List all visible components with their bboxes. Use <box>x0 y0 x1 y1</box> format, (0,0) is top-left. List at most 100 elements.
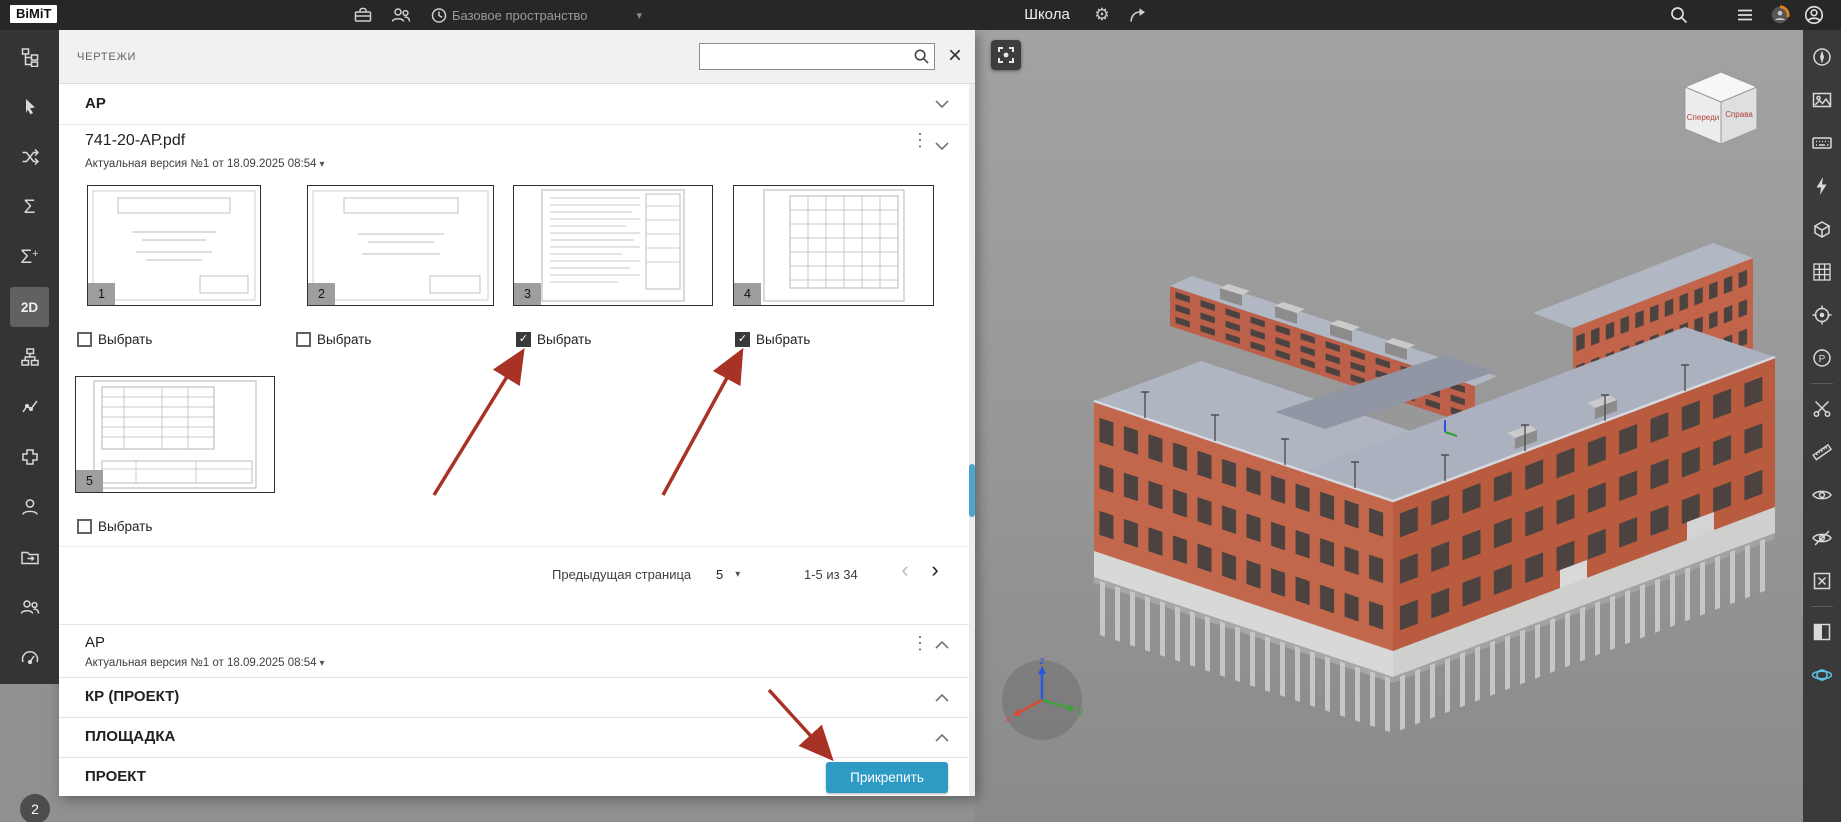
model-tree-icon <box>20 47 40 67</box>
chevron-down-icon: ▾ <box>636 9 642 22</box>
kebab-menu-icon[interactable]: ⋮ <box>911 633 929 654</box>
checkbox-icon: ✓ <box>296 332 311 347</box>
sidebar-item-structure[interactable] <box>0 32 59 82</box>
panel-scrollbar-thumb[interactable] <box>969 464 975 517</box>
caret-down-icon: ▾ <box>319 159 325 170</box>
version-history-icon[interactable] <box>426 2 452 28</box>
page-thumbnail[interactable]: 2 <box>307 185 494 306</box>
page-thumbnail[interactable]: 5 <box>75 376 275 493</box>
orbit-mode-icon[interactable] <box>1807 660 1837 690</box>
gauge-icon <box>20 647 40 667</box>
sidebar-item-flowchart[interactable] <box>0 332 59 382</box>
chevron-up-icon[interactable] <box>935 641 949 649</box>
viewport-3d[interactable]: Спереди Справа z x y <box>975 30 1803 822</box>
search-icon[interactable] <box>1666 2 1692 28</box>
panel-header: ЧЕРТЕЖИ × <box>59 30 975 84</box>
view-cube-face-front[interactable]: Спереди <box>1687 113 1719 122</box>
next-page-icon[interactable]: › <box>923 555 947 585</box>
annotation-arrow <box>432 348 525 496</box>
sidebar-item-sum[interactable]: Σ <box>0 182 59 232</box>
keyboard-icon[interactable] <box>1807 128 1837 158</box>
search-input[interactable] <box>700 49 913 64</box>
page-range-label: 1-5 из 34 <box>804 567 858 582</box>
clear-selection-icon[interactable] <box>1807 566 1837 596</box>
section-proekt[interactable]: ПРОЕКТ Прикрепить <box>59 757 975 796</box>
isolate-icon[interactable] <box>1807 617 1837 647</box>
sidebar-item-sum-plus[interactable]: Σ+ <box>0 232 59 282</box>
chevron-down-icon <box>935 100 949 108</box>
search-icon <box>913 48 930 65</box>
sidebar-item-plugins[interactable] <box>0 432 59 482</box>
workspace-dropdown[interactable]: Базовое пространство ▾ <box>452 0 642 30</box>
file-name[interactable]: 741-20-АР.pdf <box>85 132 185 150</box>
annotation-arrow <box>661 347 744 496</box>
select-page-2-checkbox[interactable]: ✓ Выбрать <box>296 332 371 347</box>
select-page-4-checkbox[interactable]: ✓ Выбрать <box>735 332 810 347</box>
sidebar-item-2d-drawings[interactable]: 2D <box>0 282 59 332</box>
section-cut-icon[interactable] <box>1807 394 1837 424</box>
page-number-badge: 2 <box>308 283 335 305</box>
menu-list-icon[interactable] <box>1732 2 1758 28</box>
hide-eye-off-icon[interactable] <box>1807 523 1837 553</box>
measure-ruler-icon[interactable] <box>1807 437 1837 467</box>
sidebar-item-users[interactable] <box>0 582 59 632</box>
page-number-badge: 3 <box>514 283 541 305</box>
view-cube-face-right[interactable]: Справа <box>1725 110 1753 119</box>
point-info-icon[interactable]: P <box>1807 343 1837 373</box>
caret-down-icon: ▾ <box>319 658 325 669</box>
prev-page-icon[interactable]: ‹ <box>893 555 917 585</box>
sidebar-item-links[interactable] <box>0 132 59 182</box>
lightning-icon[interactable] <box>1807 171 1837 201</box>
checkbox-icon: ✓ <box>735 332 750 347</box>
list-item-ar[interactable]: АР Актуальная версия №1 от 18.09.2025 08… <box>59 624 975 677</box>
view-cube[interactable]: Спереди Справа <box>1679 68 1763 152</box>
visibility-eye-icon[interactable] <box>1807 480 1837 510</box>
counter-badge[interactable]: 2 <box>20 794 50 822</box>
settings-gear-icon[interactable]: ⚙ <box>1090 3 1114 27</box>
close-icon[interactable]: × <box>941 40 969 72</box>
select-page-3-checkbox[interactable]: ✓ Выбрать <box>516 332 591 347</box>
snapshot-crop-icon[interactable] <box>991 40 1021 70</box>
chevron-down-icon[interactable] <box>935 142 949 150</box>
toolbox-icon[interactable] <box>350 2 376 28</box>
account-ring-icon[interactable] <box>1767 2 1793 28</box>
checkbox-icon: ✓ <box>77 332 92 347</box>
sidebar-item-user[interactable] <box>0 482 59 532</box>
page-number-badge: 5 <box>76 470 103 492</box>
sidebar-item-charts[interactable] <box>0 382 59 432</box>
kebab-menu-icon[interactable]: ⋮ <box>911 130 929 151</box>
chevron-up-icon <box>935 694 949 702</box>
page-thumbnail[interactable]: 3 <box>513 185 713 306</box>
section-ploshchadka[interactable]: ПЛОЩАДКА <box>59 717 975 757</box>
toolbar-divider <box>1811 606 1833 607</box>
render-image-icon[interactable] <box>1807 85 1837 115</box>
checkbox-icon: ✓ <box>77 519 92 534</box>
checkbox-icon: ✓ <box>516 332 531 347</box>
page-thumbnail[interactable]: 4 <box>733 185 934 306</box>
users-icon <box>20 597 40 617</box>
page-size-select[interactable]: 5 ▾ <box>716 567 740 582</box>
version-dropdown[interactable]: Актуальная версия №1 от 18.09.2025 08:54… <box>85 657 325 669</box>
page-thumbnail[interactable]: 1 <box>87 185 261 306</box>
sidebar-item-dashboard[interactable] <box>0 632 59 682</box>
section-kr-proekt[interactable]: КР (ПРОЕКТ) <box>59 677 975 717</box>
profile-icon[interactable] <box>1801 2 1827 28</box>
group-header-ar[interactable]: АР <box>59 84 975 125</box>
search-field[interactable] <box>699 43 935 70</box>
pagination: Предыдущая страница 5 ▾ 1-5 из 34 ‹ › <box>59 546 975 608</box>
section-box-icon[interactable] <box>1807 214 1837 244</box>
sidebar-item-select[interactable] <box>0 82 59 132</box>
select-page-5-checkbox[interactable]: ✓ Выбрать <box>77 519 152 534</box>
compass-icon[interactable] <box>1807 42 1837 72</box>
team-icon[interactable] <box>388 2 414 28</box>
app-window: BiMiT Базовое пространство ▾ Школа ⚙ Σ Σ… <box>0 0 1841 822</box>
focus-center-icon[interactable] <box>1807 300 1837 330</box>
select-page-1-checkbox[interactable]: ✓ Выбрать <box>77 332 152 347</box>
version-dropdown[interactable]: Актуальная версия №1 от 18.09.2025 08:54… <box>85 158 325 170</box>
grid-icon[interactable] <box>1807 257 1837 287</box>
attach-button[interactable]: Прикрепить <box>826 762 948 793</box>
2d-icon: 2D <box>20 299 39 315</box>
axis-gizmo[interactable]: z x y <box>998 656 1086 744</box>
share-icon[interactable] <box>1124 2 1150 28</box>
sidebar-item-folder-share[interactable] <box>0 532 59 582</box>
